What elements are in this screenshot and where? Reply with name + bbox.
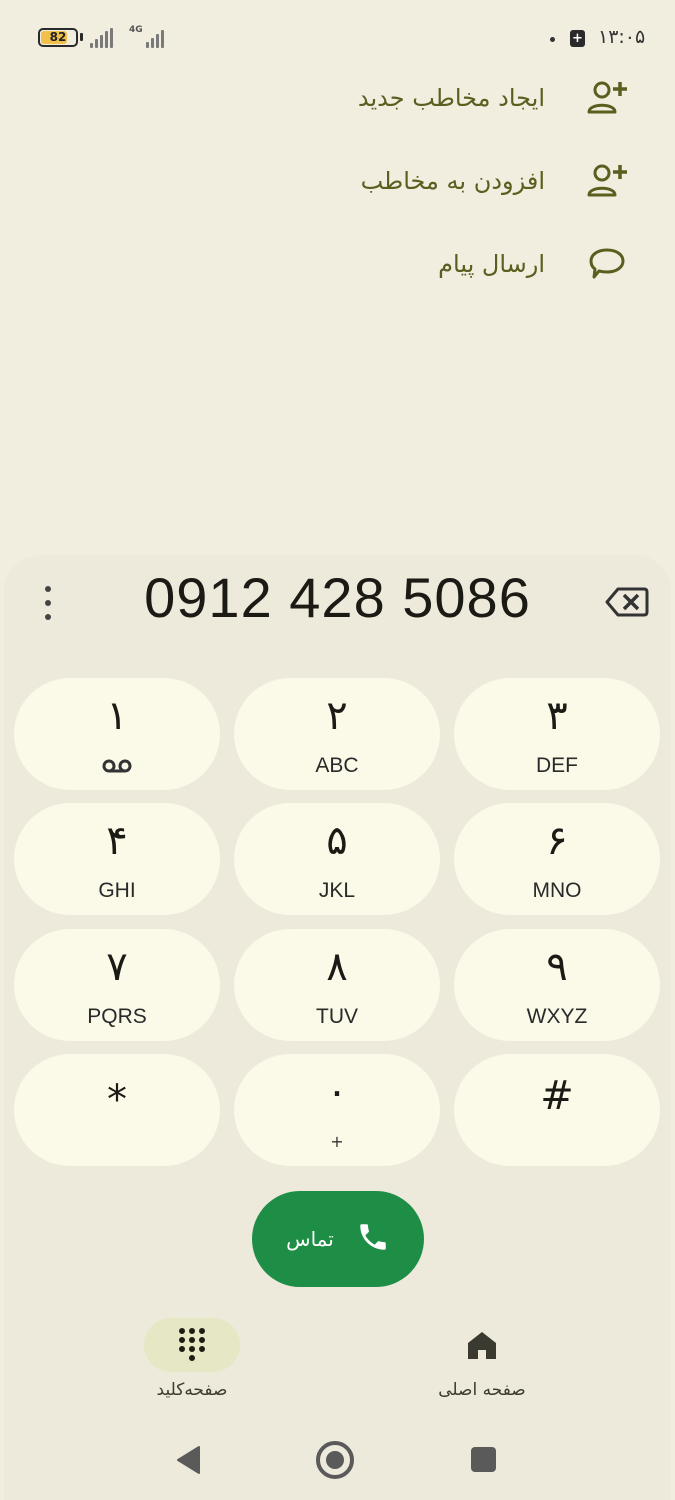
- create-new-contact-label: ایجاد مخاطب جدید: [357, 84, 545, 112]
- person-add-icon: [585, 159, 629, 203]
- send-message-label: ارسال پیام: [438, 250, 545, 278]
- key-3[interactable]: ۳ DEF: [454, 678, 660, 790]
- system-home-button[interactable]: [316, 1441, 354, 1479]
- nav-home[interactable]: صفحه اصلی: [434, 1318, 530, 1400]
- key-1[interactable]: ۱: [14, 678, 220, 790]
- key-5[interactable]: ۵ JKL: [234, 803, 440, 915]
- dialed-number[interactable]: 0912 428 5086: [100, 565, 575, 630]
- phone-icon: [356, 1220, 390, 1258]
- call-label: تماس: [286, 1227, 334, 1251]
- dialpad-icon: [179, 1328, 205, 1361]
- system-back-button[interactable]: [175, 1445, 201, 1479]
- home-pill: [434, 1318, 530, 1372]
- add-to-contact-button[interactable]: افزودن به مخاطب: [0, 151, 675, 211]
- home-icon: [468, 1332, 496, 1359]
- send-message-button[interactable]: ارسال پیام: [0, 234, 675, 294]
- back-triangle-icon: [177, 1446, 200, 1474]
- key-9[interactable]: ۹ WXYZ: [454, 929, 660, 1041]
- notification-dot-icon: [550, 37, 555, 42]
- key-8[interactable]: ۸ TUV: [234, 929, 440, 1041]
- key-4[interactable]: ۴ GHI: [14, 803, 220, 915]
- network-type: 4G: [129, 25, 143, 35]
- key-hash[interactable]: #: [454, 1054, 660, 1166]
- nav-home-label: صفحه اصلی: [438, 1380, 526, 1400]
- nav-keypad-label: صفحه‌کلید: [156, 1380, 228, 1400]
- key-0[interactable]: ۰ +: [234, 1054, 440, 1166]
- voicemail-icon: [102, 758, 132, 777]
- status-bar: 82 4G + ۱۳:۰۵: [0, 24, 675, 54]
- key-star[interactable]: *: [14, 1054, 220, 1166]
- battery-icon: 82: [38, 28, 78, 47]
- call-button[interactable]: تماس: [252, 1191, 424, 1287]
- clock: ۱۳:۰۵: [598, 26, 646, 48]
- key-7[interactable]: ۷ PQRS: [14, 929, 220, 1041]
- keypad-pill: [144, 1318, 240, 1372]
- signal-icon: [90, 28, 113, 48]
- system-recents-button[interactable]: [471, 1447, 496, 1472]
- signal-icon: [146, 28, 164, 48]
- more-options-button[interactable]: [34, 586, 62, 620]
- notification-icon: +: [570, 30, 585, 47]
- add-to-contact-label: افزودن به مخاطب: [360, 167, 545, 195]
- backspace-icon: [605, 587, 649, 617]
- person-add-icon: [585, 76, 629, 120]
- nav-keypad[interactable]: صفحه‌کلید: [144, 1318, 240, 1400]
- backspace-button[interactable]: [604, 584, 650, 620]
- key-6[interactable]: ۶ MNO: [454, 803, 660, 915]
- create-new-contact-button[interactable]: ایجاد مخاطب جدید: [0, 68, 675, 128]
- message-bubble-icon: [585, 242, 629, 286]
- battery-level: 82: [49, 30, 67, 44]
- key-2[interactable]: ۲ ABC: [234, 678, 440, 790]
